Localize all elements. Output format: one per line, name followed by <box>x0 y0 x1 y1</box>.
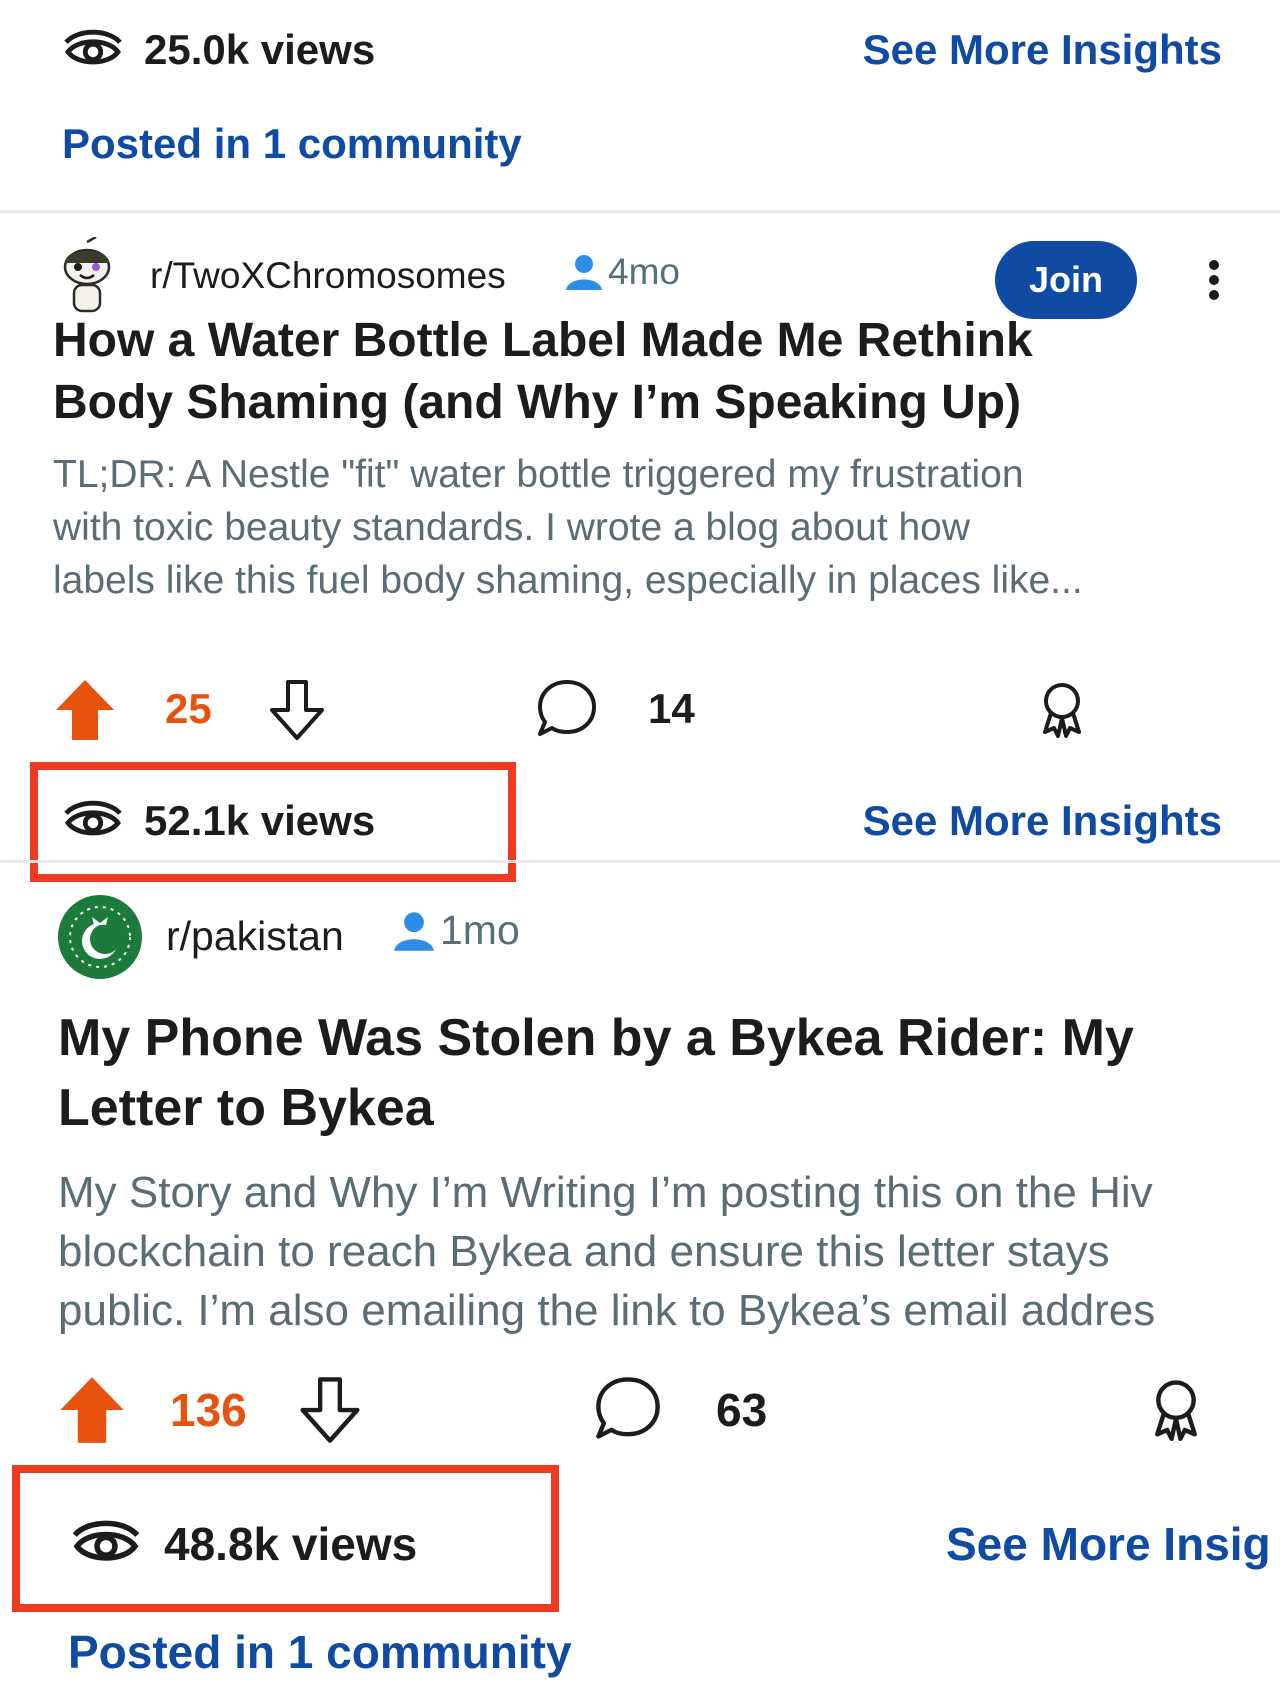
post-body-line: TL;DR: A Nestle "fit" water bottle trigg… <box>53 453 1024 496</box>
comment-icon[interactable] <box>594 1375 662 1443</box>
eye-icon <box>64 29 122 65</box>
comment-count: 14 <box>648 685 695 732</box>
post-age: 4mo <box>564 251 680 293</box>
post-title-line: My Phone Was Stolen by a Bykea Rider: My <box>58 1009 1134 1067</box>
post-title-line: How a Water Bottle Label Made Me Rethink <box>53 314 1033 367</box>
award-icon[interactable] <box>1037 680 1087 738</box>
post-body-line: with toxic beauty standards. I wrote a b… <box>53 506 971 549</box>
see-more-insights-link[interactable]: See More Insights <box>863 26 1222 74</box>
post-title-line: Letter to Bykea <box>58 1079 434 1137</box>
pakistan-avatar[interactable] <box>56 893 144 981</box>
post-body-line: My Story and Why I’m Writing I’m posting… <box>58 1168 1153 1217</box>
see-more-insights-link[interactable]: See More Insig <box>946 1517 1280 1571</box>
downvote-icon[interactable] <box>266 678 328 742</box>
vote-score: 25 <box>165 685 212 732</box>
subreddit-name[interactable]: r/pakistan <box>166 913 344 960</box>
upvote-icon[interactable] <box>58 1375 126 1445</box>
comment-count: 63 <box>716 1384 768 1436</box>
kebab-menu-icon[interactable] <box>1209 255 1219 305</box>
post-age-text: 1mo <box>440 907 520 953</box>
top-views-row[interactable]: 25.0k views <box>62 22 375 78</box>
post-title[interactable]: My Phone Was Stolen by a Bykea Rider: My… <box>58 1003 1280 1143</box>
snoo-avatar[interactable] <box>56 237 118 317</box>
post-body-line: blockchain to reach Bykea and ensure thi… <box>58 1227 1110 1276</box>
views-count: 25.0k views <box>144 26 376 73</box>
post-body-line: public. I’m also emailing the link to By… <box>58 1286 1156 1335</box>
award-icon[interactable] <box>1148 1377 1204 1441</box>
vote-score: 136 <box>170 1384 247 1436</box>
post-title-line: Body Shaming (and Why I’m Speaking Up) <box>53 376 1022 429</box>
post-age-text: 4mo <box>608 251 680 292</box>
see-more-insights-link[interactable]: See More Insights <box>863 797 1222 845</box>
post-body-line: labels like this fuel body shaming, espe… <box>53 559 1083 602</box>
post-body-preview[interactable]: My Story and Why I’m Writing I’m posting… <box>58 1163 1280 1340</box>
post-age: 1mo <box>392 907 520 954</box>
highlight-box <box>12 1465 559 1612</box>
upvote-icon[interactable] <box>54 678 116 742</box>
join-button[interactable]: Join <box>995 241 1137 319</box>
posted-in-community-link[interactable]: Posted in 1 community <box>62 120 522 168</box>
user-icon <box>566 255 602 290</box>
posted-in-community-link[interactable]: Posted in 1 community <box>68 1625 572 1679</box>
post-body-preview[interactable]: TL;DR: A Nestle "fit" water bottle trigg… <box>53 448 1280 607</box>
comment-icon[interactable] <box>536 678 598 740</box>
post-title[interactable]: How a Water Bottle Label Made Me Rethink… <box>53 310 1253 434</box>
downvote-icon[interactable] <box>296 1375 364 1445</box>
user-icon <box>394 911 434 951</box>
subreddit-name[interactable]: r/TwoXChromosomes <box>150 255 506 297</box>
